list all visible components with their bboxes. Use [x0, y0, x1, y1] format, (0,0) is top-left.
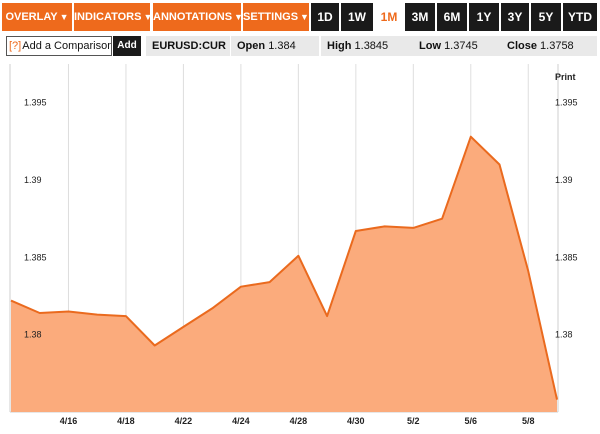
y-tick-label-right: 1.38: [555, 330, 573, 340]
quote-bar: [?]Add a Comparison Add EURUSD:CUR Open …: [0, 34, 600, 58]
triangle-down-icon: ▼: [59, 12, 69, 22]
x-tick-label: 5/2: [407, 416, 420, 426]
chart-toolbar: OVERLAY ▼ INDICATORS ▼ ANNOTATIONS ▼ SETTIN…: [0, 0, 600, 34]
triangle-down-icon: ▼: [300, 12, 309, 22]
range-6m-button[interactable]: 6M: [437, 3, 467, 31]
y-tick-label-left: 1.38: [24, 330, 42, 340]
settings-menu-button[interactable]: SETTINGS ▼: [243, 3, 309, 31]
x-tick-label: 4/18: [117, 416, 135, 426]
print-link[interactable]: Print: [555, 72, 576, 82]
close-label: Close: [507, 40, 537, 52]
y-tick-label-right: 1.39: [555, 175, 573, 185]
x-tick-label: 4/28: [290, 416, 308, 426]
range-1y-button[interactable]: 1Y: [469, 3, 499, 31]
overlay-menu-label: OVERLAY: [5, 11, 58, 23]
low-stat: Low 1.3745: [413, 36, 501, 56]
price-area: [11, 136, 557, 412]
y-tick-label-right: 1.385: [555, 252, 578, 262]
add-comparison-placeholder: Add a Comparison: [22, 40, 112, 52]
x-tick-label: 5/6: [465, 416, 478, 426]
low-value: 1.3745: [444, 40, 478, 52]
open-label: Open: [237, 40, 266, 52]
y-tick-label-right: 1.395: [555, 98, 578, 108]
y-tick-label-left: 1.395: [24, 98, 47, 108]
low-label: Low: [419, 40, 441, 52]
overlay-menu-button[interactable]: OVERLAY ▼: [2, 3, 72, 31]
range-1d-button[interactable]: 1D: [311, 3, 339, 31]
range-ytd-button[interactable]: YTD: [563, 3, 597, 31]
range-1m-button[interactable]: 1M: [375, 3, 403, 31]
range-3m-button[interactable]: 3M: [405, 3, 435, 31]
x-tick-label: 5/8: [522, 416, 535, 426]
range-1w-button[interactable]: 1W: [341, 3, 373, 31]
add-comparison-button[interactable]: Add: [113, 36, 141, 56]
y-tick-label-left: 1.385: [24, 252, 47, 262]
x-tick-label: 4/24: [232, 416, 250, 426]
symbol-label: EURUSD:CUR: [146, 36, 230, 56]
triangle-down-icon: ▼: [234, 12, 243, 22]
price-chart[interactable]: 1.38 1.38 1.385 1.385 1.39 1.39 1.395 1.395 4/16…: [0, 58, 600, 434]
x-tick-label: 4/16: [60, 416, 78, 426]
open-value: 1.384: [268, 40, 296, 52]
annotations-menu-label: ANNOTATIONS: [153, 11, 233, 23]
indicators-menu-label: INDICATORS: [74, 11, 142, 23]
annotations-menu-button[interactable]: ANNOTATIONS ▼: [153, 3, 243, 31]
help-icon[interactable]: [?]: [9, 40, 21, 52]
indicators-menu-button[interactable]: INDICATORS ▼: [74, 3, 153, 31]
range-3y-button[interactable]: 3Y: [501, 3, 529, 31]
y-tick-label-left: 1.39: [24, 175, 42, 185]
high-label: High: [327, 40, 352, 52]
range-5y-button[interactable]: 5Y: [531, 3, 561, 31]
open-stat: Open 1.384: [231, 36, 319, 56]
settings-menu-label: SETTINGS: [243, 11, 299, 23]
close-stat: Close 1.3758: [501, 36, 597, 56]
high-stat: High 1.3845: [321, 36, 413, 56]
triangle-down-icon: ▼: [143, 12, 153, 22]
close-value: 1.3758: [540, 40, 574, 52]
x-tick-label: 4/30: [347, 416, 365, 426]
x-tick-label: 4/22: [175, 416, 193, 426]
add-comparison-input[interactable]: [?]Add a Comparison: [6, 36, 112, 56]
high-value: 1.3845: [354, 40, 389, 52]
